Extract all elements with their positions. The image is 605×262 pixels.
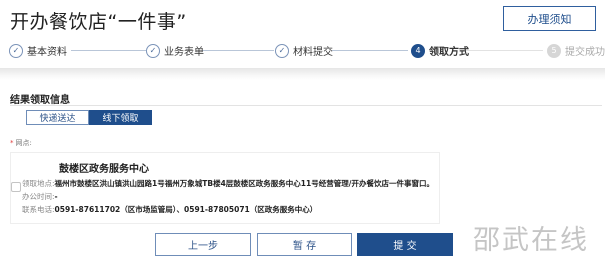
tab-offline-pickup[interactable]: 线下领取 bbox=[89, 110, 152, 125]
hours-row: 办公时间:- bbox=[22, 191, 58, 202]
step-label: 提交成功 bbox=[565, 47, 605, 58]
hours-value: - bbox=[54, 192, 58, 201]
prev-step-button[interactable]: 上一步 bbox=[155, 233, 251, 256]
step-connector bbox=[71, 50, 146, 51]
save-draft-button[interactable]: 暂 存 bbox=[257, 233, 352, 256]
address-row: 领取地点:福州市鼓楼区洪山镇洪山园路1号福州万象城TB楼4层鼓楼区政务服务中心1… bbox=[22, 178, 434, 189]
guide-button[interactable]: 办理须知 bbox=[503, 6, 596, 31]
step-label: 材料提交 bbox=[293, 47, 333, 58]
outlet-radio[interactable] bbox=[11, 182, 21, 192]
address-key: 领取地点: bbox=[22, 179, 55, 188]
step-pickup-method: 4 领取方式 bbox=[411, 43, 469, 58]
step-materials: ✓ 材料提交 bbox=[275, 43, 333, 58]
outlet-field-label: * 网点: bbox=[10, 138, 32, 148]
tab-express-delivery[interactable]: 快递送达 bbox=[26, 110, 89, 125]
step-label: 领取方式 bbox=[429, 47, 469, 58]
outlet-name: 鼓楼区政务服务中心 bbox=[59, 164, 149, 175]
delivery-tabs: 快递送达 线下领取 bbox=[26, 110, 152, 125]
step-business-form: ✓ 业务表单 bbox=[146, 43, 204, 58]
outlet-option[interactable]: 鼓楼区政务服务中心 领取地点:福州市鼓楼区洪山镇洪山园路1号福州万象城TB楼4层… bbox=[10, 152, 440, 224]
step-connector bbox=[202, 50, 274, 51]
hours-key: 办公时间: bbox=[22, 192, 55, 201]
section-title: 结果领取信息 bbox=[10, 95, 70, 106]
address-value: 福州市鼓楼区洪山镇洪山园路1号福州万象城TB楼4层鼓楼区政务服务中心11号经营管… bbox=[54, 179, 434, 188]
step-number: 5 bbox=[547, 43, 561, 58]
phone-row: 联系电话:0591-87611702（区市场监管局）、0591-87805071… bbox=[22, 204, 317, 215]
step-submit-success: 5 提交成功 bbox=[547, 43, 605, 58]
step-connector bbox=[466, 50, 543, 51]
step-number: 4 bbox=[411, 43, 425, 58]
step-connector bbox=[332, 50, 408, 51]
page-title: 开办餐饮店“一件事” bbox=[10, 11, 187, 33]
required-mark: * bbox=[10, 139, 14, 147]
submit-button[interactable]: 提 交 bbox=[357, 233, 453, 256]
watermark: 邵武在线 bbox=[473, 225, 589, 256]
check-icon: ✓ bbox=[9, 43, 23, 58]
check-icon: ✓ bbox=[275, 43, 289, 58]
phone-key: 联系电话: bbox=[22, 205, 55, 214]
phone-value: 0591-87611702（区市场监管局）、0591-87805071（区政务服… bbox=[54, 205, 318, 214]
step-basic-info: ✓ 基本资料 bbox=[9, 43, 67, 58]
progress-steps: ✓ 基本资料 ✓ 业务表单 ✓ 材料提交 4 领取方式 5 提交成功 bbox=[0, 40, 605, 62]
check-icon: ✓ bbox=[146, 43, 160, 58]
step-label: 基本资料 bbox=[27, 47, 67, 58]
header-shadow bbox=[0, 68, 605, 80]
outlet-label: 网点: bbox=[15, 139, 32, 147]
step-label: 业务表单 bbox=[164, 47, 204, 58]
section-divider bbox=[10, 105, 602, 106]
